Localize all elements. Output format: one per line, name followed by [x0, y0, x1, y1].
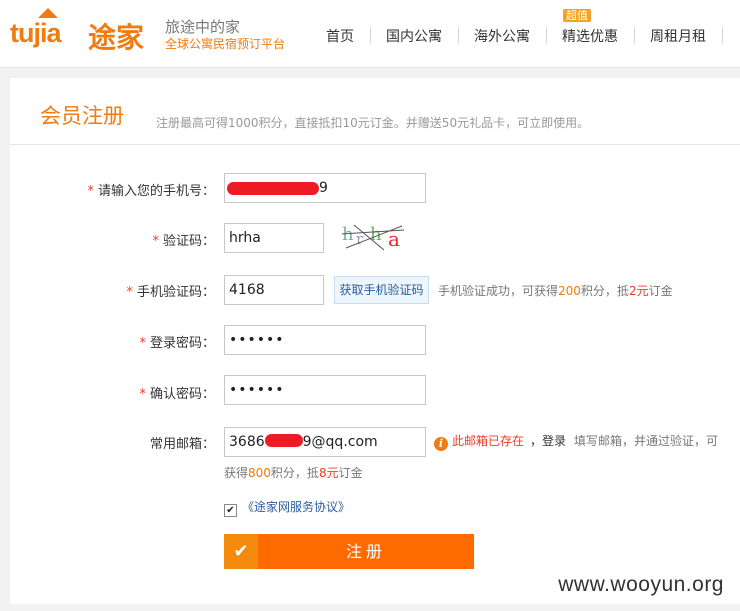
get-sms-code-button[interactable]: 获取手机验证码	[334, 276, 429, 304]
page-title: 会员注册	[40, 104, 124, 128]
email-label: 常用邮箱：	[149, 437, 215, 452]
site-header: tujia 途家 旅途中的家 全球公寓民宿预订平台 首页 国内公寓 海外公寓 超…	[0, 0, 740, 68]
nav-deals[interactable]: 精选优惠	[562, 26, 618, 46]
password-label: * 登录密码：	[139, 336, 215, 351]
nav-divider	[546, 27, 547, 43]
phone-value: 9	[319, 180, 328, 196]
redaction-mark	[227, 182, 319, 195]
nav-divider	[458, 27, 459, 43]
captcha-label: * 验证码：	[152, 234, 215, 249]
confirm-password-input[interactable]: ••••••	[224, 375, 426, 405]
sms-code-input[interactable]	[224, 275, 324, 305]
nav-divider	[722, 27, 723, 43]
register-button[interactable]: ✔ 注册	[224, 534, 474, 569]
email-exists-warning: i 此邮箱已存在 ，登录 填写邮箱，并通过验证，可	[434, 432, 718, 451]
redaction-mark	[264, 434, 303, 447]
registration-panel: 会员注册 注册最高可得1000积分，直接抵扣10元订金。并赠送50元礼品卡，可立…	[10, 78, 740, 604]
check-icon: ✔	[224, 534, 258, 569]
nav-home[interactable]: 首页	[326, 26, 354, 46]
login-link[interactable]: ，登录	[530, 434, 566, 448]
slogan: 旅途中的家 全球公寓民宿预订平台	[165, 18, 285, 53]
captcha-image[interactable]: h r h a	[340, 222, 408, 252]
info-icon: i	[434, 437, 448, 451]
captcha-input[interactable]	[224, 223, 324, 253]
page-subtitle: 注册最高可得1000积分，直接抵扣10元订金。并赠送50元礼品卡，可立即使用。	[156, 116, 590, 130]
nav-overseas[interactable]: 海外公寓	[474, 26, 530, 46]
sms-code-label: * 手机验证码：	[126, 285, 215, 300]
nav-divider	[370, 27, 371, 43]
sms-success-note: 手机验证成功，可获得200积分，抵2元订金	[438, 284, 673, 298]
deal-badge: 超值	[563, 9, 591, 22]
email-value-end: 9@qq.com	[302, 434, 378, 450]
phone-label: * 请输入您的手机号：	[87, 184, 215, 199]
logo-roof-icon	[38, 8, 58, 18]
slogan-main: 旅途中的家	[165, 18, 241, 36]
logo-wordmark: tujia	[10, 18, 62, 48]
service-agreement-link[interactable]: 《途家网服务协议》	[242, 500, 350, 514]
email-reward-note: 获得800积分，抵8元订金	[224, 466, 363, 480]
agreement-checkbox[interactable]: ✔	[224, 504, 237, 517]
email-value-start: 3686	[229, 434, 265, 450]
email-input[interactable]: 3686 9@qq.com	[224, 427, 426, 457]
register-button-label: 注册	[345, 542, 386, 561]
captcha-char: h	[342, 224, 354, 245]
nav-domestic[interactable]: 国内公寓	[386, 26, 442, 46]
password-input[interactable]: ••••••	[224, 325, 426, 355]
phone-input[interactable]: 9	[224, 173, 426, 203]
logo-chinese-name: 途家	[88, 21, 145, 54]
panel-header: 会员注册 注册最高可得1000积分，直接抵扣10元订金。并赠送50元礼品卡，可立…	[10, 78, 740, 145]
confirm-password-label: * 确认密码：	[139, 387, 215, 402]
watermark: www.wooyun.org	[552, 573, 730, 597]
nav-divider	[634, 27, 635, 43]
nav-long-stay[interactable]: 周租月租	[650, 26, 706, 46]
agreement-row: ✔ 《途家网服务协议》	[224, 498, 350, 517]
email-hint: 填写邮箱，并通过验证，可	[574, 434, 719, 448]
slogan-sub: 全球公寓民宿预订平台	[165, 37, 286, 51]
